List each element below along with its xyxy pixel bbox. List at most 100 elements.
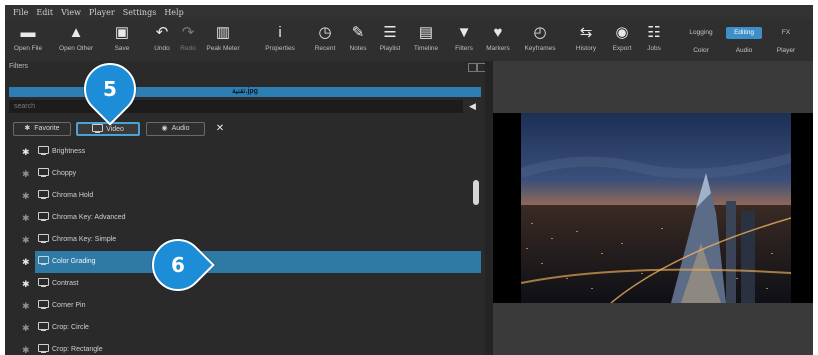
filter-item-text: Color Grading <box>52 258 96 265</box>
callout-5-number: 5 <box>103 77 117 101</box>
tab-favorite[interactable]: ✱ Favorite <box>13 122 71 136</box>
monitor-icon <box>38 146 49 155</box>
favorite-star-icon[interactable]: ✱ <box>22 345 30 355</box>
jobs-button[interactable]: ☷ Jobs <box>631 21 677 59</box>
favorite-star-icon[interactable]: ✱ <box>22 323 30 333</box>
filter-item-chroma-key-advanced[interactable]: ✱ Chroma Key: Advanced <box>5 207 471 229</box>
monitor-icon <box>38 168 49 177</box>
video-preview-panel <box>493 61 813 355</box>
filter-item-text: Crop: Rectangle <box>52 346 103 353</box>
callout-6-number: 6 <box>171 253 185 277</box>
workspace-logging[interactable]: Logging <box>683 27 719 39</box>
filter-list-scrollbar[interactable] <box>472 141 480 355</box>
scrollbar-thumb[interactable] <box>473 180 479 205</box>
workspace-fx[interactable]: FX <box>768 27 804 39</box>
keyframes-button[interactable]: ◴ Keyframes <box>517 21 563 59</box>
favorite-star-icon[interactable]: ✱ <box>22 235 30 245</box>
favorite-star-icon[interactable]: ✱ <box>22 169 30 179</box>
filter-item-chroma-hold[interactable]: ✱ Chroma Hold <box>5 185 471 207</box>
monitor-icon <box>38 234 49 243</box>
shotcut-window: File Edit View Player Settings Help ▬ Open Fil… <box>5 5 813 355</box>
open-file-button[interactable]: ▬ Open File <box>5 21 51 59</box>
filter-item-contrast[interactable]: ✱ Contrast <box>5 273 471 295</box>
filter-item-label: Brightness <box>38 145 85 159</box>
filter-item-text: Chroma Hold <box>52 192 94 199</box>
toolbar-label: Markers <box>486 45 510 52</box>
open-other-icon: ▲ <box>68 24 84 41</box>
filter-item-text: Brightness <box>52 148 86 155</box>
favorite-star-icon[interactable]: ✱ <box>22 191 30 201</box>
keyframes-icon: ◴ <box>533 24 547 41</box>
close-tabs-icon[interactable]: ✕ <box>213 122 227 136</box>
favorite-star-icon[interactable]: ✱ <box>22 213 30 223</box>
toolbar-label: Peak Meter <box>206 45 240 52</box>
monitor-icon <box>38 322 49 331</box>
filter-item-label: Choppy <box>38 167 76 181</box>
menu-file[interactable]: File <box>13 8 28 17</box>
filter-item-chroma-key-simple[interactable]: ✱ Chroma Key: Simple <box>5 229 471 251</box>
favorite-star-icon[interactable]: ✱ <box>22 257 30 267</box>
favorite-star-icon[interactable]: ✱ <box>22 279 30 289</box>
menu-view[interactable]: View <box>61 8 81 17</box>
filter-item-crop-circle[interactable]: ✱ Crop: Circle <box>5 317 471 339</box>
filter-item-label: Chroma Hold <box>38 189 93 203</box>
search-input[interactable] <box>9 100 463 113</box>
current-clip-bar: تقنية.jpg <box>9 87 481 97</box>
speaker-icon: ◉ <box>161 125 168 132</box>
filter-item-crop-rectangle[interactable]: ✱ Crop: Rectangle <box>5 339 471 355</box>
preview-canvas <box>493 113 813 303</box>
filters-panel: Filters تقنية.jpg ◀ ✱Favorite Video ◉Aud… <box>5 61 486 355</box>
tab-favorite-label: Favorite <box>34 125 60 132</box>
filter-item-corner-pin[interactable]: ✱ Corner Pin <box>5 295 471 317</box>
filter-item-label: Contrast <box>38 277 78 291</box>
monitor-icon <box>38 344 49 353</box>
clear-search-icon[interactable]: ◀ <box>469 101 476 112</box>
properties-icon: i <box>278 24 282 41</box>
star-icon: ✱ <box>24 125 31 132</box>
filter-item-label: Corner Pin <box>38 299 85 313</box>
filter-item-brightness[interactable]: ✱ Brightness <box>5 141 471 163</box>
city-skyline-image <box>521 113 791 303</box>
tab-audio[interactable]: ◉ Audio <box>146 122 205 136</box>
filter-item-label: Chroma Key: Simple <box>38 233 116 247</box>
tab-video-label: Video <box>106 126 124 133</box>
main-toolbar: ▬ Open File ▲ Open Other ▣ Save ↶ Undo ↷ Redo ▥ Pea… <box>5 19 813 62</box>
filter-item-choppy[interactable]: ✱ Choppy <box>5 163 471 185</box>
menu-edit[interactable]: Edit <box>36 8 53 17</box>
filter-item-text: Corner Pin <box>52 302 86 309</box>
peak-meter-icon: ▥ <box>215 24 231 41</box>
clip-name: تقنية.jpg <box>232 88 258 95</box>
filter-item-label: Color Grading <box>38 255 96 269</box>
menu-help[interactable]: Help <box>164 8 183 17</box>
filter-item-color-grading[interactable]: ✱ Color Grading <box>22 251 481 273</box>
jobs-icon: ☷ <box>647 24 661 41</box>
workspace-editing[interactable]: Editing <box>726 27 762 39</box>
peak-meter-button[interactable]: ▥ Peak Meter <box>200 21 246 59</box>
open-other-button[interactable]: ▲ Open Other <box>53 21 99 59</box>
monitor-icon <box>38 300 49 309</box>
markers-icon: ♥ <box>493 24 503 41</box>
workspace-color[interactable]: Color <box>683 45 719 57</box>
menu-player[interactable]: Player <box>89 8 115 17</box>
filter-item-text: Chroma Key: Advanced <box>52 214 126 221</box>
favorite-star-icon[interactable]: ✱ <box>22 147 30 157</box>
folder-open-icon: ▬ <box>20 24 36 41</box>
panel-title: Filters <box>9 63 29 70</box>
workspace-audio[interactable]: Audio <box>726 45 762 57</box>
panel-float-button[interactable] <box>468 63 477 72</box>
filter-list: ✱ Brightness ✱ Choppy ✱ Chroma Hold ✱ Chroma Ke… <box>5 141 485 355</box>
panel-splitter[interactable] <box>485 61 493 355</box>
favorite-star-icon[interactable]: ✱ <box>22 301 30 311</box>
monitor-icon <box>38 256 49 265</box>
menu-settings[interactable]: Settings <box>123 8 157 17</box>
toolbar-label: Open Other <box>59 45 93 52</box>
toolbar-label: Keyframes <box>524 45 556 52</box>
monitor-icon <box>92 124 104 133</box>
toolbar-label: Properties <box>265 45 295 52</box>
properties-button[interactable]: i Properties <box>257 21 303 59</box>
toolbar-label: Jobs <box>647 45 661 52</box>
filter-item-text: Choppy <box>52 170 77 177</box>
workspace-player[interactable]: Player <box>768 45 804 57</box>
markers-button[interactable]: ♥ Markers <box>475 21 521 59</box>
filter-item-text: Crop: Circle <box>52 324 89 331</box>
